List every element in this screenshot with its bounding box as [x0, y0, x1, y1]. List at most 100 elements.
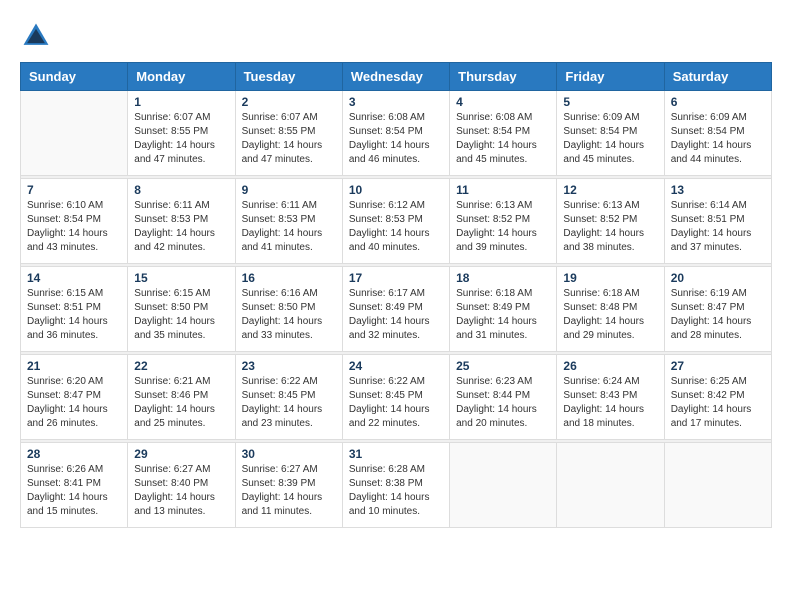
day-number: 23	[242, 359, 336, 373]
calendar-cell: 20 Sunrise: 6:19 AMSunset: 8:47 PMDayligh…	[664, 267, 771, 352]
day-info: Sunrise: 6:19 AMSunset: 8:47 PMDaylight:…	[671, 287, 765, 343]
calendar-cell: 1 Sunrise: 6:07 AMSunset: 8:55 PMDaylight…	[128, 91, 235, 176]
calendar-header-row: SundayMondayTuesdayWednesdayThursdayFrid…	[21, 63, 772, 91]
day-number: 7	[27, 183, 121, 197]
day-info: Sunrise: 6:13 AMSunset: 8:52 PMDaylight:…	[563, 199, 657, 255]
day-number: 29	[134, 447, 228, 461]
day-number: 24	[349, 359, 443, 373]
calendar-cell: 16 Sunrise: 6:16 AMSunset: 8:50 PMDayligh…	[235, 267, 342, 352]
day-number: 1	[134, 95, 228, 109]
day-number: 9	[242, 183, 336, 197]
day-info: Sunrise: 6:08 AMSunset: 8:54 PMDaylight:…	[349, 111, 443, 167]
day-info: Sunrise: 6:27 AMSunset: 8:39 PMDaylight:…	[242, 463, 336, 519]
calendar-cell	[557, 443, 664, 528]
day-number: 3	[349, 95, 443, 109]
day-number: 13	[671, 183, 765, 197]
day-info: Sunrise: 6:18 AMSunset: 8:48 PMDaylight:…	[563, 287, 657, 343]
calendar-cell: 7 Sunrise: 6:10 AMSunset: 8:54 PMDaylight…	[21, 179, 128, 264]
calendar-week-2: 7 Sunrise: 6:10 AMSunset: 8:54 PMDaylight…	[21, 179, 772, 264]
day-info: Sunrise: 6:11 AMSunset: 8:53 PMDaylight:…	[242, 199, 336, 255]
day-number: 5	[563, 95, 657, 109]
logo-icon	[20, 20, 52, 52]
day-number: 26	[563, 359, 657, 373]
day-info: Sunrise: 6:15 AMSunset: 8:51 PMDaylight:…	[27, 287, 121, 343]
calendar-cell: 15 Sunrise: 6:15 AMSunset: 8:50 PMDayligh…	[128, 267, 235, 352]
day-info: Sunrise: 6:22 AMSunset: 8:45 PMDaylight:…	[242, 375, 336, 431]
calendar-cell: 5 Sunrise: 6:09 AMSunset: 8:54 PMDaylight…	[557, 91, 664, 176]
day-number: 22	[134, 359, 228, 373]
calendar-cell	[450, 443, 557, 528]
calendar-cell: 26 Sunrise: 6:24 AMSunset: 8:43 PMDayligh…	[557, 355, 664, 440]
day-info: Sunrise: 6:25 AMSunset: 8:42 PMDaylight:…	[671, 375, 765, 431]
day-info: Sunrise: 6:20 AMSunset: 8:47 PMDaylight:…	[27, 375, 121, 431]
day-number: 16	[242, 271, 336, 285]
day-number: 15	[134, 271, 228, 285]
calendar-cell: 9 Sunrise: 6:11 AMSunset: 8:53 PMDaylight…	[235, 179, 342, 264]
day-info: Sunrise: 6:26 AMSunset: 8:41 PMDaylight:…	[27, 463, 121, 519]
calendar-header-wednesday: Wednesday	[342, 63, 449, 91]
day-number: 27	[671, 359, 765, 373]
day-number: 12	[563, 183, 657, 197]
day-number: 30	[242, 447, 336, 461]
day-info: Sunrise: 6:14 AMSunset: 8:51 PMDaylight:…	[671, 199, 765, 255]
calendar-cell: 10Sunrise: 6:12 AMSunset: 8:53 PMDayligh…	[342, 179, 449, 264]
day-info: Sunrise: 6:22 AMSunset: 8:45 PMDaylight:…	[349, 375, 443, 431]
calendar-cell: 21 Sunrise: 6:20 AMSunset: 8:47 PMDayligh…	[21, 355, 128, 440]
day-number: 19	[563, 271, 657, 285]
calendar-week-1: 1 Sunrise: 6:07 AMSunset: 8:55 PMDaylight…	[21, 91, 772, 176]
calendar-cell: 12 Sunrise: 6:13 AMSunset: 8:52 PMDayligh…	[557, 179, 664, 264]
day-number: 4	[456, 95, 550, 109]
calendar-cell: 18 Sunrise: 6:18 AMSunset: 8:49 PMDayligh…	[450, 267, 557, 352]
day-number: 8	[134, 183, 228, 197]
calendar-week-4: 21 Sunrise: 6:20 AMSunset: 8:47 PMDayligh…	[21, 355, 772, 440]
day-info: Sunrise: 6:10 AMSunset: 8:54 PMDaylight:…	[27, 199, 121, 255]
calendar-cell: 11 Sunrise: 6:13 AMSunset: 8:52 PMDayligh…	[450, 179, 557, 264]
calendar-cell: 27 Sunrise: 6:25 AMSunset: 8:42 PMDayligh…	[664, 355, 771, 440]
day-info: Sunrise: 6:11 AMSunset: 8:53 PMDaylight:…	[134, 199, 228, 255]
day-number: 20	[671, 271, 765, 285]
day-number: 14	[27, 271, 121, 285]
calendar-header-saturday: Saturday	[664, 63, 771, 91]
day-number: 25	[456, 359, 550, 373]
calendar-cell: 2 Sunrise: 6:07 AMSunset: 8:55 PMDaylight…	[235, 91, 342, 176]
calendar-cell: 23 Sunrise: 6:22 AMSunset: 8:45 PMDayligh…	[235, 355, 342, 440]
day-number: 11	[456, 183, 550, 197]
day-number: 18	[456, 271, 550, 285]
day-info: Sunrise: 6:15 AMSunset: 8:50 PMDaylight:…	[134, 287, 228, 343]
day-info: Sunrise: 6:23 AMSunset: 8:44 PMDaylight:…	[456, 375, 550, 431]
calendar-cell: 14 Sunrise: 6:15 AMSunset: 8:51 PMDayligh…	[21, 267, 128, 352]
calendar-header-thursday: Thursday	[450, 63, 557, 91]
day-number: 17	[349, 271, 443, 285]
day-info: Sunrise: 6:21 AMSunset: 8:46 PMDaylight:…	[134, 375, 228, 431]
calendar-header-sunday: Sunday	[21, 63, 128, 91]
day-info: Sunrise: 6:18 AMSunset: 8:49 PMDaylight:…	[456, 287, 550, 343]
day-number: 21	[27, 359, 121, 373]
day-info: Sunrise: 6:08 AMSunset: 8:54 PMDaylight:…	[456, 111, 550, 167]
calendar-week-3: 14 Sunrise: 6:15 AMSunset: 8:51 PMDayligh…	[21, 267, 772, 352]
day-info: Sunrise: 6:07 AMSunset: 8:55 PMDaylight:…	[242, 111, 336, 167]
calendar-cell: 30 Sunrise: 6:27 AMSunset: 8:39 PMDayligh…	[235, 443, 342, 528]
calendar-cell	[664, 443, 771, 528]
day-number: 6	[671, 95, 765, 109]
day-info: Sunrise: 6:28 AMSunset: 8:38 PMDaylight:…	[349, 463, 443, 519]
calendar-header-friday: Friday	[557, 63, 664, 91]
day-number: 28	[27, 447, 121, 461]
day-info: Sunrise: 6:09 AMSunset: 8:54 PMDaylight:…	[563, 111, 657, 167]
calendar-cell: 22 Sunrise: 6:21 AMSunset: 8:46 PMDayligh…	[128, 355, 235, 440]
day-info: Sunrise: 6:24 AMSunset: 8:43 PMDaylight:…	[563, 375, 657, 431]
header	[20, 20, 772, 52]
calendar-cell: 4 Sunrise: 6:08 AMSunset: 8:54 PMDaylight…	[450, 91, 557, 176]
calendar-cell	[21, 91, 128, 176]
day-info: Sunrise: 6:17 AMSunset: 8:49 PMDaylight:…	[349, 287, 443, 343]
day-info: Sunrise: 6:07 AMSunset: 8:55 PMDaylight:…	[134, 111, 228, 167]
calendar-cell: 25 Sunrise: 6:23 AMSunset: 8:44 PMDayligh…	[450, 355, 557, 440]
calendar-cell: 19 Sunrise: 6:18 AMSunset: 8:48 PMDayligh…	[557, 267, 664, 352]
calendar-cell: 24 Sunrise: 6:22 AMSunset: 8:45 PMDayligh…	[342, 355, 449, 440]
day-number: 2	[242, 95, 336, 109]
day-info: Sunrise: 6:12 AMSunset: 8:53 PMDaylight:…	[349, 199, 443, 255]
day-info: Sunrise: 6:13 AMSunset: 8:52 PMDaylight:…	[456, 199, 550, 255]
logo	[20, 20, 56, 52]
day-info: Sunrise: 6:16 AMSunset: 8:50 PMDaylight:…	[242, 287, 336, 343]
calendar-week-5: 28 Sunrise: 6:26 AMSunset: 8:41 PMDayligh…	[21, 443, 772, 528]
calendar-cell: 29Sunrise: 6:27 AMSunset: 8:40 PMDayligh…	[128, 443, 235, 528]
